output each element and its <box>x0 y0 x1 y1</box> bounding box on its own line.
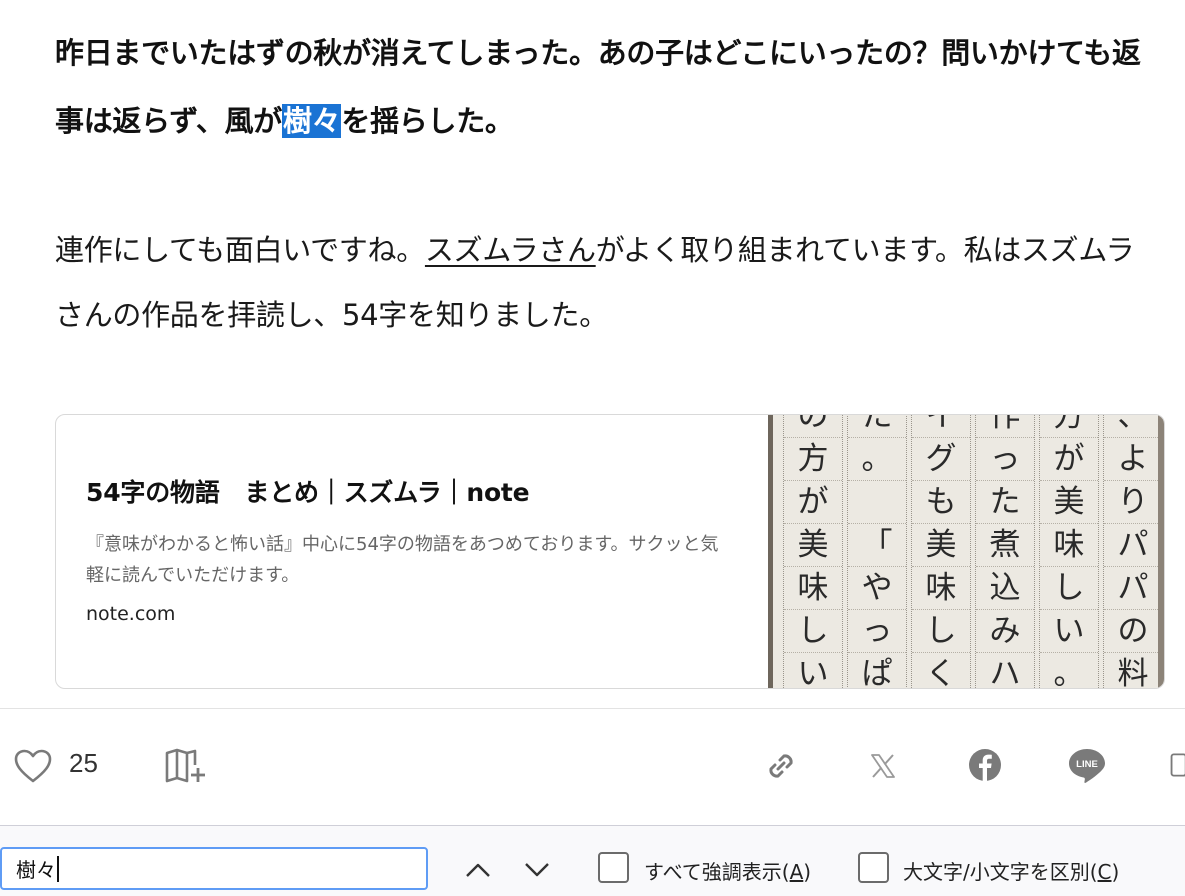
facebook-icon <box>969 749 1001 781</box>
match-case-access-key: C <box>1097 860 1112 884</box>
add-to-magazine-button[interactable] <box>162 744 208 788</box>
line-icon-text: LINE <box>1076 759 1098 770</box>
thumbnail-glyph: パ <box>1104 567 1162 610</box>
thumbnail-glyph: 、 <box>1104 415 1162 438</box>
thumbnail-glyph: 。 <box>848 438 906 481</box>
x-icon <box>871 754 895 778</box>
divider <box>0 708 1185 709</box>
like-count: 25 <box>69 748 98 778</box>
share-line-button[interactable]: LINE <box>1066 745 1108 785</box>
thumbnail-glyph: り <box>1104 481 1162 524</box>
thumbnail-glyph: み <box>976 610 1034 653</box>
thumbnail-text-column: 作った煮込みハ <box>975 415 1035 688</box>
thumbnail-glyph: イ <box>912 415 970 438</box>
find-next-button[interactable] <box>517 850 557 890</box>
thumbnail-glyph: っ <box>976 438 1034 481</box>
thumbnail-glyph: 込 <box>976 567 1034 610</box>
share-x-button[interactable] <box>864 747 902 785</box>
body-text-start: 連作にしても面白いですね。 <box>55 233 425 267</box>
bold-text-end: を揺らした。 <box>341 104 514 138</box>
thumbnail-glyph: し <box>1040 567 1098 610</box>
match-case-label-text: 大文字/小文字を区別( <box>903 860 1098 884</box>
thumbnail-glyph: が <box>1040 438 1098 481</box>
thumbnail-glyph: た <box>976 481 1034 524</box>
find-previous-button[interactable] <box>458 850 498 890</box>
thumbnail-text-column: 方が美味しい。 <box>1039 415 1099 688</box>
thumbnail-text-column: 、よりパパの料 <box>1103 415 1163 688</box>
thumbnail-glyph: た <box>848 415 906 438</box>
highlight-all-label-text: すべて強調表示( <box>644 860 790 884</box>
find-bar: 樹々 すべて強調表示(A) 大文字/小文字を区別(C) <box>0 825 1185 896</box>
thumbnail-glyph: 料 <box>1104 653 1162 688</box>
find-input[interactable]: 樹々 <box>0 847 428 890</box>
thumbnail-glyph: 味 <box>784 567 842 610</box>
thumbnail-glyph: 味 <box>912 567 970 610</box>
thumbnail-text-column: た。「やっぱり <box>847 415 907 688</box>
text-caret <box>57 855 59 882</box>
thumbnail-glyph: 煮 <box>976 524 1034 567</box>
line-icon: LINE <box>1069 749 1105 783</box>
highlight-all-label[interactable]: すべて強調表示(A) <box>644 856 811 885</box>
thumbnail-glyph: が <box>784 481 842 524</box>
heart-icon <box>14 749 52 783</box>
thumbnail-glyph: い <box>1040 610 1098 653</box>
thumbnail-glyph <box>848 481 906 524</box>
thumbnail-glyph: 「 <box>848 524 906 567</box>
thumbnail-text-column: イグも美味しく <box>911 415 971 688</box>
thumbnail-glyph: 味 <box>1040 524 1098 567</box>
link-card-description: 『意味がわかると怖い話』中心に54字の物語をあつめております。サクッと気軽に読ん… <box>86 534 719 586</box>
link-card-text: 54字の物語 まとめ｜スズムラ｜note 『意味がわかると怖い話』中心に54字の… <box>86 473 736 625</box>
thumbnail-glyph: ハ <box>976 653 1034 688</box>
magazine-add-icon <box>165 748 205 783</box>
match-case-label-suffix: ) <box>1111 860 1120 884</box>
copy-link-button[interactable] <box>760 745 802 787</box>
highlight-all-checkbox[interactable] <box>598 852 629 883</box>
chevron-up-icon <box>466 863 490 877</box>
link-card-title: 54字の物語 まとめ｜スズムラ｜note <box>86 478 530 507</box>
thumbnail-glyph: 方 <box>784 438 842 481</box>
thumbnail-glyph: い <box>784 653 842 688</box>
thumbnail-glyph: 美 <box>1040 481 1098 524</box>
thumbnail-glyph: ぱ <box>848 653 906 688</box>
thumbnail-glyph: や <box>848 567 906 610</box>
share-icon <box>1170 753 1185 777</box>
match-case-checkbox[interactable] <box>858 852 889 883</box>
thumbnail-glyph: 美 <box>784 524 842 567</box>
highlight-all-label-suffix: ) <box>803 860 812 884</box>
thumbnail-glyph: 。 <box>1040 653 1098 688</box>
link-card-domain: note.com <box>86 603 176 625</box>
article-body-paragraph: 連作にしても面白いですね。スズムラさんがよく取り組まれています。私はスズムラさん… <box>55 218 1155 348</box>
highlight-all-access-key: A <box>789 860 804 884</box>
thumbnail-glyph: グ <box>912 438 970 481</box>
link-icon <box>769 754 793 778</box>
like-button[interactable] <box>12 744 54 788</box>
author-link[interactable]: スズムラさん <box>425 233 596 267</box>
thumbnail-glyph: っ <box>848 610 906 653</box>
thumbnail-glyph: 美 <box>912 524 970 567</box>
thumbnail-glyph: の <box>784 415 842 438</box>
thumbnail-glyph: も <box>912 481 970 524</box>
article-bold-paragraph: 昨日までいたはずの秋が消えてしまった。あの子はどこにいったの？問いかけても返事は… <box>55 19 1155 155</box>
link-card[interactable]: 54字の物語 まとめ｜スズムラ｜note 『意味がわかると怖い話』中心に54字の… <box>55 414 1165 689</box>
more-share-button[interactable] <box>1168 745 1185 785</box>
thumbnail-glyph: よ <box>1104 438 1162 481</box>
thumbnail-text-column: の方が美味しい <box>783 415 843 688</box>
thumbnail-glyph: し <box>912 610 970 653</box>
thumbnail-glyph: く <box>912 653 970 688</box>
bold-text-start: 昨日までいたはずの秋が消えてしまった。あの子はどこにいったの？問いかけても返事は… <box>55 36 1141 138</box>
find-highlight-match: 樹々 <box>282 104 342 138</box>
thumbnail-glyph: 作 <box>976 415 1034 438</box>
thumbnail-glyph: し <box>784 610 842 653</box>
link-card-thumbnail: の方が美味しいた。「やっぱりイグも美味しく作った煮込みハ方が美味しい。、よりパパ… <box>768 415 1164 688</box>
match-case-label[interactable]: 大文字/小文字を区別(C) <box>903 856 1119 885</box>
share-facebook-button[interactable] <box>965 745 1005 785</box>
thumbnail-glyph: パ <box>1104 524 1162 567</box>
find-query-text: 樹々 <box>16 858 56 882</box>
thumbnail-glyph: の <box>1104 610 1162 653</box>
thumbnail-glyph: 方 <box>1040 415 1098 438</box>
chevron-down-icon <box>525 863 549 877</box>
